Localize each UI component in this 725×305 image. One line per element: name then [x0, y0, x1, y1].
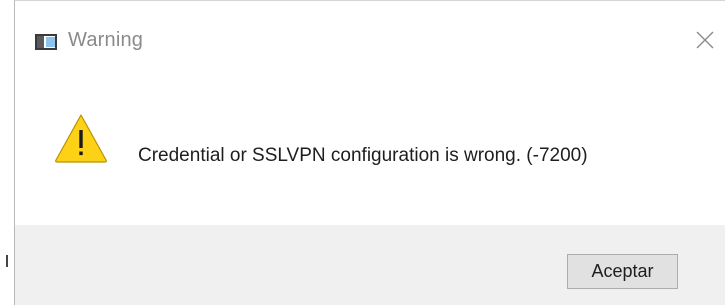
dialog-content: Credential or SSLVPN configuration is wr…: [15, 87, 725, 225]
accept-button[interactable]: Aceptar: [567, 254, 678, 289]
warning-dialog: Warning Credential or SSLVPN configurati…: [14, 0, 725, 305]
warning-triangle-icon: [55, 114, 107, 163]
dialog-titlebar[interactable]: Warning: [15, 1, 725, 87]
close-icon: [696, 31, 714, 49]
background-mark: [6, 255, 8, 267]
app-window-icon: [35, 34, 57, 50]
dialog-footer: Aceptar: [15, 225, 725, 305]
dialog-message: Credential or SSLVPN configuration is wr…: [138, 145, 588, 166]
dialog-title: Warning: [68, 29, 144, 51]
background-window-edge: [0, 0, 14, 305]
close-button[interactable]: [685, 23, 725, 57]
